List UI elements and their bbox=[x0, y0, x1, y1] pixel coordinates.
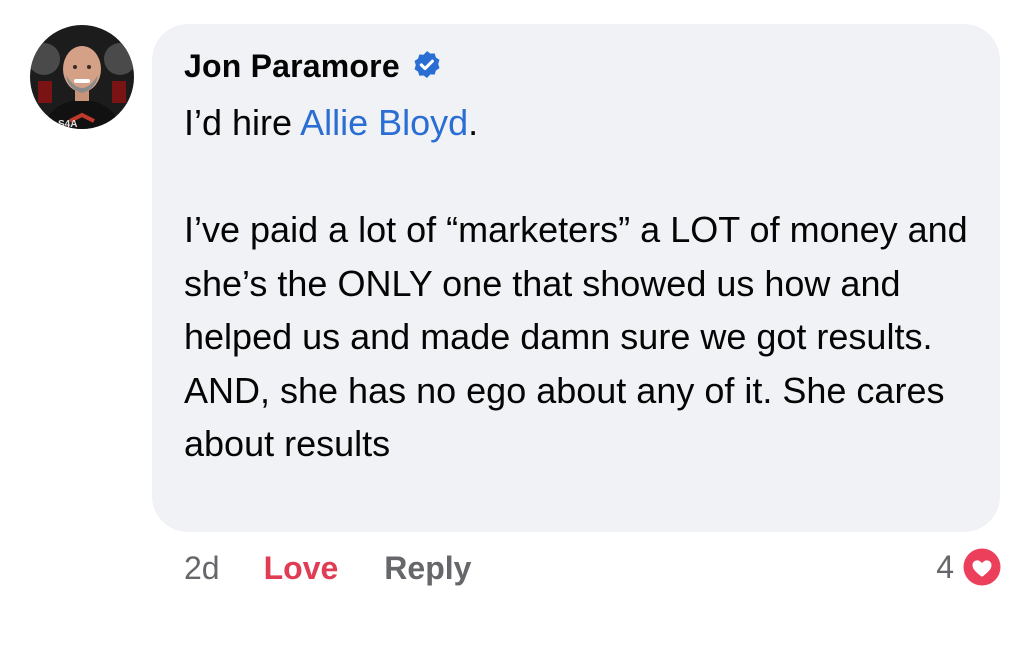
verified-badge-icon bbox=[410, 49, 444, 83]
avatar-shirt-text: S4A bbox=[58, 119, 77, 129]
author-name[interactable]: Jon Paramore bbox=[184, 48, 400, 85]
reaction-summary[interactable]: 4 bbox=[936, 544, 1004, 590]
reaction-count: 4 bbox=[936, 548, 954, 585]
reply-button[interactable]: Reply bbox=[384, 550, 471, 587]
mention-link[interactable]: Allie Bloyd bbox=[300, 102, 468, 143]
comment-paragraph: I’ve paid a lot of “marketers” a LOT of … bbox=[184, 209, 968, 464]
timestamp[interactable]: 2d bbox=[184, 550, 220, 587]
comment-text-suffix: . bbox=[468, 102, 479, 143]
avatar-image: S4A bbox=[30, 25, 134, 129]
love-button[interactable]: Love bbox=[264, 550, 339, 587]
comment-actions: 2d Love Reply bbox=[184, 546, 471, 590]
comment-body: I’d hire Allie Bloyd. I’ve paid a lot of… bbox=[184, 96, 984, 471]
comment-first-line: I’d hire Allie Bloyd. bbox=[184, 96, 984, 150]
comment-text-prefix: I’d hire bbox=[184, 102, 301, 143]
comment-header: Jon Paramore bbox=[184, 46, 444, 86]
comment: S4A Jon Paramore I’d hire Allie Bloyd. I… bbox=[0, 0, 1018, 666]
heart-icon bbox=[960, 545, 1004, 589]
avatar[interactable]: S4A bbox=[30, 25, 134, 129]
